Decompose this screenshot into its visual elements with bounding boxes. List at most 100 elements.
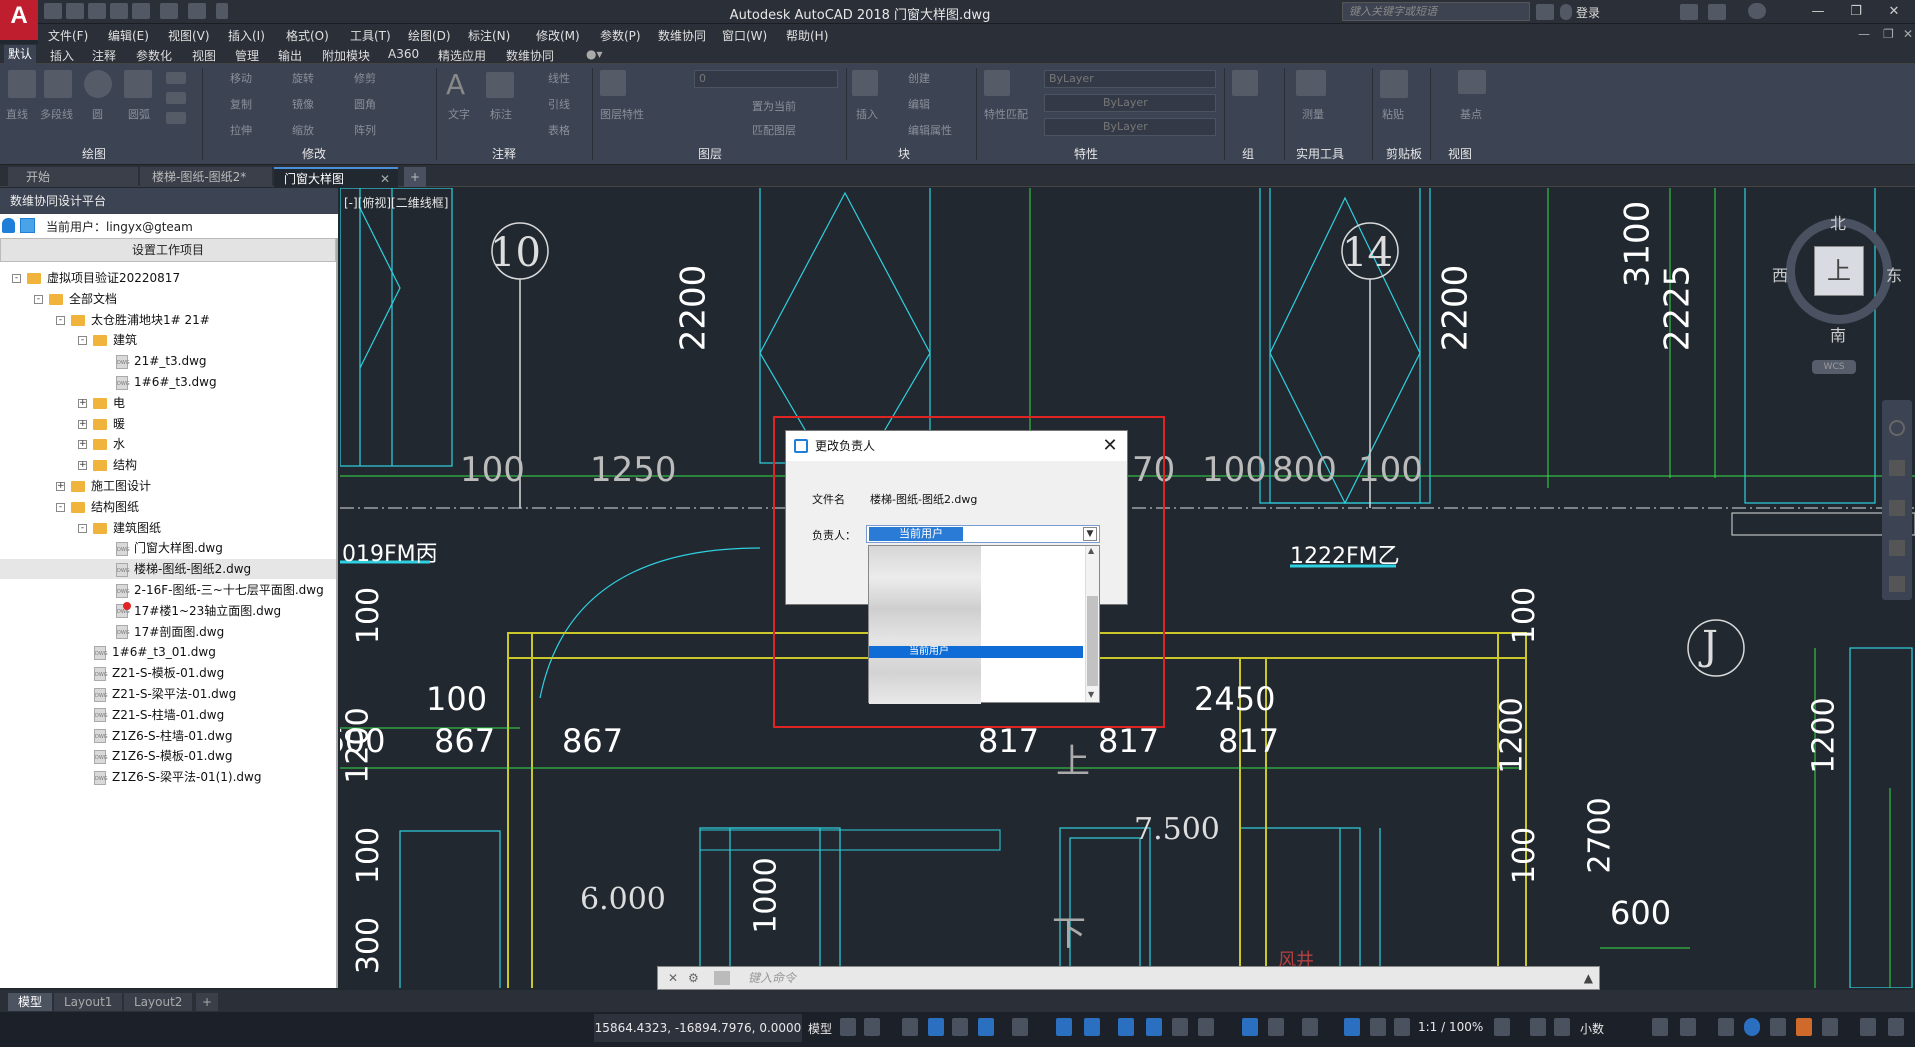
expand-icon[interactable]: + bbox=[56, 482, 65, 491]
tab-layout2[interactable]: Layout2 bbox=[124, 993, 193, 1011]
rotate-tool[interactable]: 旋转 bbox=[292, 70, 314, 86]
auto-scale-icon[interactable] bbox=[1370, 1018, 1386, 1036]
customization-menu-icon[interactable] bbox=[1888, 1018, 1904, 1036]
help-icon[interactable] bbox=[1748, 3, 1766, 19]
cart-icon[interactable] bbox=[1680, 4, 1698, 20]
collapse-icon[interactable]: - bbox=[34, 294, 43, 304]
selection-cycling-icon[interactable] bbox=[1172, 1018, 1188, 1036]
command-line[interactable]: ✕ ⚙ 键入命令 ▲ bbox=[657, 966, 1600, 990]
edit-block-tool[interactable]: 编辑 bbox=[908, 96, 930, 112]
units-icon[interactable] bbox=[1554, 1018, 1570, 1036]
menu-tools[interactable]: 工具(T) bbox=[350, 27, 391, 44]
collapse-icon[interactable]: - bbox=[78, 523, 87, 533]
tree-file-item[interactable]: DWG Z1Z6-S-模板-01.dwg bbox=[0, 746, 336, 766]
ortho-icon[interactable] bbox=[952, 1018, 968, 1036]
tree-file-item[interactable]: DWG 17#楼1~23轴立面图.dwg bbox=[0, 601, 336, 621]
menu-dimension[interactable]: 标注(N) bbox=[468, 27, 510, 44]
tree-file-item[interactable]: DWG Z21-S-梁平法-01.dwg bbox=[0, 684, 336, 704]
match-layer-tool[interactable]: 匹配图层 bbox=[752, 122, 796, 138]
new-icon[interactable] bbox=[44, 3, 62, 19]
print-icon[interactable] bbox=[132, 3, 150, 19]
expand-icon[interactable]: + bbox=[78, 398, 87, 408]
tree-folder-item[interactable]: + 施工图设计 bbox=[0, 476, 336, 496]
lineweight-icon[interactable] bbox=[1118, 1018, 1134, 1036]
command-input[interactable]: 键入命令 bbox=[748, 967, 796, 989]
arc-tool-icon[interactable] bbox=[124, 70, 152, 98]
layer-properties-icon[interactable] bbox=[600, 70, 626, 96]
steering-wheel-icon[interactable] bbox=[1889, 420, 1905, 436]
measure-label[interactable]: 测量 bbox=[1302, 106, 1324, 122]
tab-model[interactable]: 模型 bbox=[8, 993, 53, 1011]
edit-attributes-tool[interactable]: 编辑属性 bbox=[908, 122, 952, 138]
tree-folder-item[interactable]: - 全部文档 bbox=[0, 289, 336, 309]
match-properties-icon[interactable] bbox=[984, 70, 1010, 96]
polar-icon[interactable] bbox=[978, 1018, 994, 1036]
hardware-acceleration-icon[interactable] bbox=[1744, 1018, 1760, 1036]
leader-tool[interactable]: 引线 bbox=[548, 96, 570, 112]
binoculars-icon[interactable] bbox=[1536, 4, 1554, 20]
doc-close-icon[interactable]: ✕ bbox=[1903, 27, 1913, 41]
stretch-tool[interactable]: 拉伸 bbox=[230, 122, 252, 138]
panel-title-draw[interactable]: 绘图 bbox=[82, 145, 106, 162]
object-snap-icon[interactable] bbox=[1084, 1018, 1100, 1036]
cmd-expand-icon[interactable]: ▲ bbox=[1584, 967, 1593, 989]
snap-icon[interactable] bbox=[864, 1018, 880, 1036]
tab-parametric[interactable]: 参数化 bbox=[136, 47, 172, 64]
menu-format[interactable]: 格式(O) bbox=[286, 27, 329, 44]
redo-icon[interactable] bbox=[188, 3, 206, 19]
compass-west[interactable]: 西 bbox=[1772, 262, 1788, 286]
expand-icon[interactable]: + bbox=[78, 440, 87, 450]
compass-north[interactable]: 北 bbox=[1830, 210, 1846, 234]
tab-insert[interactable]: 插入 bbox=[50, 47, 74, 64]
copy-tool[interactable]: 复制 bbox=[230, 96, 252, 112]
tree-file-item[interactable]: DWG 楼梯-图纸-图纸2.dwg bbox=[0, 559, 336, 580]
layer-dropdown[interactable]: 0 bbox=[694, 70, 838, 88]
object-snap-tracking-icon[interactable] bbox=[1056, 1018, 1072, 1036]
doc-tab-stairs[interactable]: 楼梯-图纸-图纸2* bbox=[140, 167, 272, 187]
polyline-tool-icon[interactable] bbox=[44, 70, 72, 98]
trim-tool[interactable]: 修剪 bbox=[354, 70, 376, 86]
orbit-icon[interactable] bbox=[1889, 540, 1905, 556]
measure-icon[interactable] bbox=[1296, 70, 1326, 96]
tab-featured-apps[interactable]: 精选应用 bbox=[438, 47, 486, 64]
collapse-icon[interactable]: - bbox=[12, 274, 21, 283]
open-icon[interactable] bbox=[66, 3, 84, 19]
scale-tool[interactable]: 缩放 bbox=[292, 122, 314, 138]
compass-south[interactable]: 南 bbox=[1830, 322, 1846, 346]
set-current-tool[interactable]: 置为当前 bbox=[752, 98, 796, 114]
login-link[interactable]: 登录 bbox=[1576, 4, 1600, 21]
tree-file-item[interactable]: DWG 1#6#_t3_01.dwg bbox=[0, 642, 336, 662]
tab-a360[interactable]: A360 bbox=[388, 47, 419, 61]
tab-addins[interactable]: 附加模块 bbox=[322, 47, 370, 64]
expand-icon[interactable]: + bbox=[78, 419, 87, 429]
doc-tab-door-window[interactable]: 门窗大样图 ✕ bbox=[274, 167, 398, 187]
collapse-icon[interactable]: - bbox=[56, 502, 65, 512]
dimension-tool-icon[interactable] bbox=[486, 72, 514, 98]
rectangle-tool-icon[interactable] bbox=[166, 72, 186, 84]
zoom-icon[interactable] bbox=[1889, 500, 1905, 516]
arc-tool-label[interactable]: 圆弧 bbox=[128, 106, 150, 122]
user-icon[interactable] bbox=[2, 218, 15, 233]
panel-title-group[interactable]: 组 bbox=[1242, 145, 1254, 162]
line-tool-label[interactable]: 直线 bbox=[6, 106, 28, 122]
dynamic-ucs-icon[interactable] bbox=[1242, 1018, 1258, 1036]
close-tab-icon[interactable]: ✕ bbox=[380, 169, 390, 189]
tab-output[interactable]: 输出 bbox=[278, 47, 302, 64]
close-window-button[interactable]: ✕ bbox=[1876, 2, 1912, 22]
paste-icon[interactable] bbox=[1380, 70, 1408, 98]
doc-restore-icon[interactable]: ❐ bbox=[1883, 27, 1894, 41]
tree-folder-item[interactable]: - 太仓胜浦地块1# 21# bbox=[0, 310, 336, 330]
ribbon-toggle-icon[interactable]: ●▾ bbox=[586, 47, 603, 61]
polyline-tool-label[interactable]: 多段线 bbox=[40, 106, 73, 122]
tree-folder-item[interactable]: + 电 bbox=[0, 393, 336, 413]
tree-file-item[interactable]: DWG 2-16F-图纸-三~十七层平面图.dwg bbox=[0, 580, 336, 600]
annotation-scale-value[interactable]: 1:1 / 100% bbox=[1418, 1020, 1483, 1034]
color-dropdown[interactable]: ByLayer bbox=[1044, 70, 1216, 88]
menu-draw[interactable]: 绘图(D) bbox=[408, 27, 451, 44]
save-as-icon[interactable] bbox=[110, 3, 128, 19]
infer-constraints-icon[interactable] bbox=[902, 1018, 918, 1036]
tree-file-item[interactable]: DWG Z1Z6-S-柱墙-01.dwg bbox=[0, 726, 336, 746]
viewcube[interactable]: 上 北 南 东 西 WCS bbox=[1772, 210, 1902, 374]
new-tab-button[interactable]: + bbox=[404, 167, 426, 187]
layout-icon[interactable] bbox=[1822, 1018, 1838, 1036]
